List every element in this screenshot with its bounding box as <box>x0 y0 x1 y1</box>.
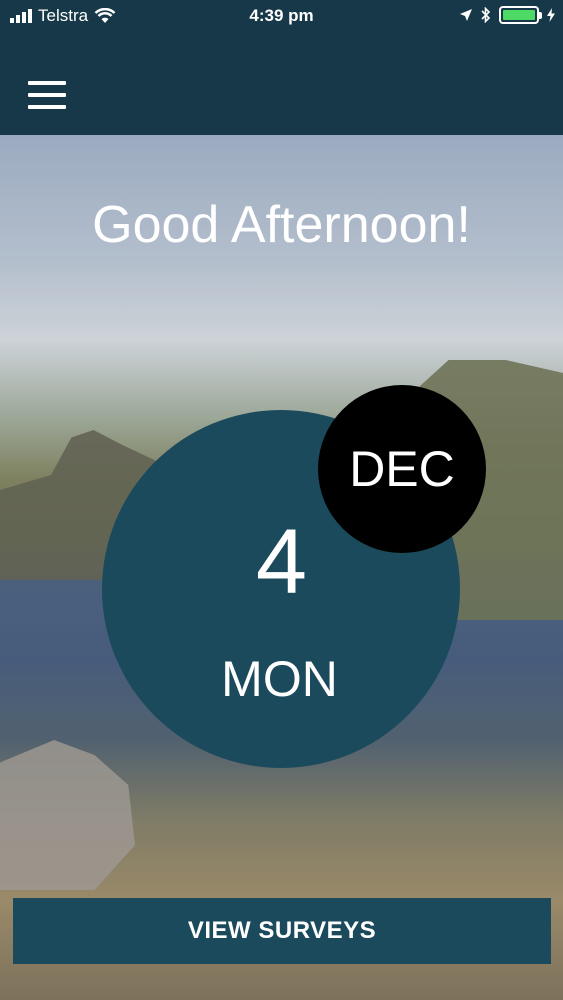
location-icon <box>460 9 472 21</box>
day-number: 4 <box>255 511 308 613</box>
greeting-text: Good Afternoon! <box>92 196 471 254</box>
month-label: DEC <box>349 441 455 497</box>
bluetooth-icon <box>481 7 491 23</box>
battery-icon <box>499 6 542 24</box>
battery-fill <box>503 10 535 20</box>
view-surveys-button[interactable]: VIEW SURVEYS <box>13 898 551 964</box>
weekday-label: MON <box>221 651 338 707</box>
status-right <box>459 6 555 24</box>
month-badge: DEC <box>318 385 486 553</box>
hamburger-menu-icon[interactable] <box>28 81 66 109</box>
status-bar: Telstra 4:39 pm <box>0 0 563 34</box>
app-header <box>0 34 563 135</box>
charging-icon <box>547 8 555 22</box>
